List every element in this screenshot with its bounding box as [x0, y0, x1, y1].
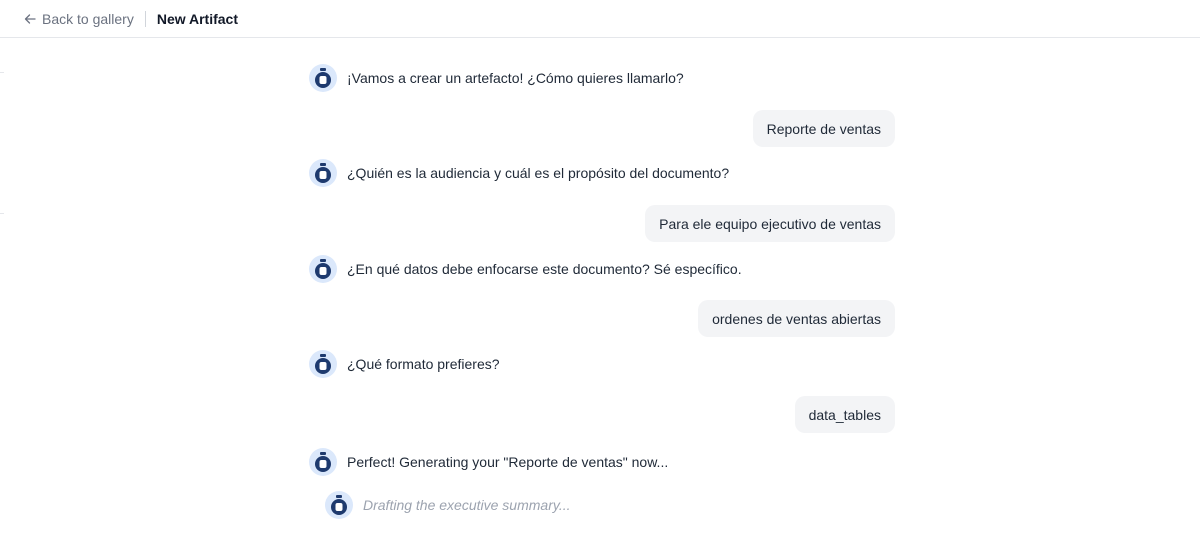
header-divider: [144, 10, 146, 27]
edge-divider: [0, 213, 4, 214]
bot-icon: [315, 163, 331, 183]
user-message: Para ele equipo ejecutivo de ventas: [645, 205, 895, 242]
assistant-message-text: Perfect! Generating your "Reporte de ven…: [347, 454, 669, 470]
user-message: data_tables: [794, 396, 895, 433]
assistant-message: ¿Quién es la audiencia y cuál es el prop…: [309, 159, 729, 187]
bot-icon: [315, 354, 331, 374]
assistant-avatar: [309, 159, 337, 187]
bot-icon: [331, 495, 347, 515]
bot-icon: [315, 68, 331, 88]
assistant-message: ¿Qué formato prefieres?: [309, 350, 500, 378]
assistant-message-text: ¡Vamos a crear un artefacto! ¿Cómo quier…: [347, 70, 684, 86]
edge-divider: [0, 72, 4, 73]
bot-icon: [315, 452, 331, 472]
user-message: ordenes de ventas abiertas: [698, 300, 895, 337]
user-message: Reporte de ventas: [752, 110, 895, 147]
assistant-avatar: [309, 64, 337, 92]
top-bar: Back to gallery New Artifact: [0, 0, 1200, 38]
arrow-left-icon: [24, 13, 36, 24]
assistant-message: ¿En qué datos debe enfocarse este docume…: [309, 255, 742, 283]
assistant-avatar: [325, 491, 353, 519]
status-text: Drafting the executive summary...: [363, 497, 571, 513]
assistant-avatar: [309, 255, 337, 283]
assistant-message: ¡Vamos a crear un artefacto! ¿Cómo quier…: [309, 64, 684, 92]
back-to-gallery-link[interactable]: Back to gallery: [24, 11, 134, 27]
generation-status: Drafting the executive summary...: [325, 491, 570, 519]
assistant-avatar: [309, 350, 337, 378]
assistant-message-text: ¿Qué formato prefieres?: [347, 356, 500, 372]
assistant-avatar: [309, 448, 337, 476]
assistant-message: Perfect! Generating your "Reporte de ven…: [309, 448, 668, 476]
bot-icon: [315, 259, 331, 279]
page-title: New Artifact: [156, 10, 238, 27]
back-to-gallery-label: Back to gallery: [42, 10, 134, 27]
assistant-message-text: ¿Quién es la audiencia y cuál es el prop…: [347, 165, 730, 181]
assistant-message-text: ¿En qué datos debe enfocarse este docume…: [347, 261, 742, 277]
